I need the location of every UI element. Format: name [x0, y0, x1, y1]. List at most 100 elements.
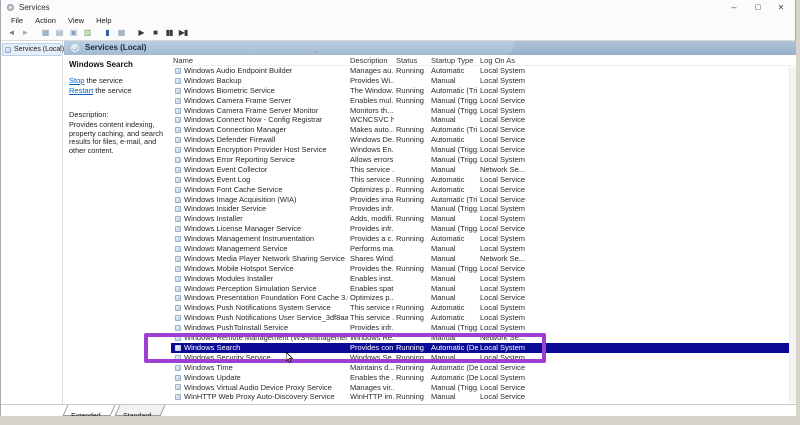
forward-icon[interactable]: ► [18, 26, 32, 39]
service-description-cell: WCNCSVC h... [350, 115, 394, 125]
menu-item-file[interactable]: File [5, 16, 29, 25]
service-status-cell [394, 383, 429, 393]
service-name-cell: Windows Presentation Foundation Font Cac… [171, 293, 348, 303]
service-row[interactable]: Windows Perception Simulation Service Ena… [171, 284, 797, 294]
properties-icon[interactable]: ▤ [52, 26, 66, 39]
service-name-cell: WinHTTP Web Proxy Auto-Discovery Service [171, 392, 348, 402]
service-row[interactable]: WinHTTP Web Proxy Auto-Discovery Service… [171, 392, 797, 402]
menu-item-help[interactable]: Help [90, 16, 117, 25]
service-status-cell [394, 254, 429, 264]
service-startup-cell: Manual (Trigg... [431, 95, 478, 105]
pause-service-icon[interactable]: ▮▮ [162, 26, 176, 39]
service-description-cell: Adds, modifi... [350, 214, 394, 224]
tab-standard[interactable]: Standard [114, 405, 166, 420]
menu-item-view[interactable]: View [62, 16, 90, 25]
service-row[interactable]: Windows Camera Frame Server Monitor Monit… [171, 106, 797, 116]
service-description-cell: WinHTTP im... [350, 392, 394, 402]
service-row[interactable]: Windows Backup Provides Wi... Manual Local … [171, 76, 797, 86]
column-header-name[interactable]: Name [171, 56, 348, 65]
service-status-cell [394, 165, 429, 175]
service-startup-cell: Automatic (De... [431, 362, 478, 372]
service-description-cell: Manages vir... [350, 382, 394, 392]
service-status-cell: Running [396, 313, 424, 323]
view-list-icon[interactable]: ▦ [114, 26, 128, 39]
start-service-icon[interactable]: ▶ [134, 26, 148, 39]
export-list-icon[interactable]: ▥ [80, 26, 94, 39]
tab-extended[interactable]: Extended [62, 405, 116, 420]
service-status-cell: Running [396, 194, 424, 204]
service-row[interactable]: Windows Insider Service Provides infr... M… [171, 204, 797, 214]
service-logon-cell: Local Service [480, 95, 526, 105]
service-row[interactable]: Windows Camera Frame Server Enables mul..… [171, 96, 797, 106]
service-status-cell [394, 284, 429, 294]
service-row[interactable]: Windows Presentation Foundation Font Cac… [171, 293, 797, 303]
service-gear-icon [175, 196, 181, 203]
service-row[interactable]: Windows SearchProvides con...Running Auto… [171, 342, 797, 353]
service-row[interactable]: Windows Biometric Service The Window... Ru… [171, 86, 797, 96]
service-logon-cell: Local System [480, 75, 526, 85]
service-row[interactable]: Windows Management ServicePerforms ma...… [171, 244, 797, 254]
service-row[interactable]: Windows License Manager Service Provides … [171, 224, 797, 234]
service-name-cell: Windows Mobile Hotspot Service [171, 264, 348, 274]
minimize-button[interactable]: – [723, 1, 745, 14]
stop-service-icon[interactable]: ■ [148, 26, 162, 39]
service-row[interactable]: Windows Virtual Audio Device Proxy Servi… [171, 383, 797, 393]
service-name-cell: Windows Defender Firewall [171, 135, 348, 145]
restart-service-icon[interactable]: ▶▮ [176, 26, 190, 39]
service-row[interactable]: Windows Event Log This service ... Running… [171, 175, 797, 185]
service-status-cell: Running [396, 234, 424, 244]
service-logon-cell: Local Service [480, 184, 526, 194]
service-row[interactable]: Windows Push Notifications System Servic… [171, 303, 797, 313]
service-row[interactable]: Windows Security Service Windows Se... Run… [171, 353, 797, 363]
service-name-cell: Windows Perception Simulation Service [171, 284, 348, 294]
back-icon[interactable]: ◄ [4, 26, 18, 39]
service-row[interactable]: Windows Time Maintains d... Running Automat… [171, 363, 797, 373]
console-tree-icon[interactable]: ▦ [38, 26, 52, 39]
menu-item-action[interactable]: Action [29, 16, 62, 25]
service-row[interactable]: Windows Font Cache Service Optimizes p...… [171, 185, 797, 195]
column-header-log-on-as[interactable]: Log On As [478, 56, 528, 65]
title-bar: Services – ▢ ✕ [1, 0, 795, 15]
service-row[interactable]: Windows Management Instrumentation Provid… [171, 234, 797, 244]
service-name-cell: Windows Backup [171, 76, 348, 86]
service-row[interactable]: Windows Defender Firewall Windows De... Ru… [171, 135, 797, 145]
service-row[interactable]: Windows Connect Now - Config Registrar WC… [171, 115, 797, 125]
help-doc-icon[interactable]: ▮ [100, 26, 114, 39]
refresh-icon[interactable]: ▣ [66, 26, 80, 39]
service-row[interactable]: Windows Error Reporting Service Allows er… [171, 155, 797, 165]
service-row[interactable]: Windows Encryption Provider Host Service… [171, 145, 797, 155]
service-status-cell [394, 106, 429, 116]
service-startup-cell: Manual (Trigg... [431, 263, 478, 273]
service-row[interactable]: Windows Modules Installer Enables inst...… [171, 274, 797, 284]
maximize-button[interactable]: ▢ [747, 1, 769, 14]
service-name-cell: Windows Virtual Audio Device Proxy Servi… [171, 383, 348, 393]
column-header-startup-type[interactable]: Startup Type [429, 56, 478, 65]
close-button[interactable]: ✕ [770, 1, 792, 14]
stop-service-link[interactable]: Stop [69, 76, 84, 85]
service-row[interactable]: Windows Remote Management (WS-Management… [171, 333, 797, 343]
service-row[interactable]: Windows Update Enables the ... Running Auto… [171, 373, 797, 383]
service-row[interactable]: Windows Connection Manager Makes auto... R… [171, 125, 797, 135]
tree-item-services-local[interactable]: Services (Local) [2, 43, 64, 56]
service-row[interactable]: Windows Image Acquisition (WIA) Provides … [171, 195, 797, 205]
service-status-cell: Running [396, 125, 424, 135]
service-startup-cell: Manual [431, 392, 456, 402]
service-row[interactable]: Windows Media Player Network Sharing Ser… [171, 254, 797, 264]
service-row[interactable]: Windows PushToInstall Service Provides in… [171, 323, 797, 333]
column-header-description[interactable]: Description [348, 56, 394, 65]
service-row[interactable]: Windows Audio Endpoint Builder Manages au… [171, 66, 797, 76]
service-logon-cell: Local System [480, 303, 526, 313]
service-status-cell: Running [396, 303, 424, 313]
service-row[interactable]: Windows Mobile Hotspot Service Provides t… [171, 264, 797, 274]
restart-service-link[interactable]: Restart [69, 86, 93, 95]
service-row[interactable]: Windows Installer Adds, modifi... Running M… [171, 214, 797, 224]
vertical-scrollbar[interactable] [789, 67, 796, 403]
service-description-cell: This service r... [350, 303, 394, 313]
service-startup-cell: Manual [431, 352, 456, 362]
selected-service-name: Windows Search [69, 60, 133, 69]
column-header-status[interactable]: Status [394, 56, 429, 65]
service-row[interactable]: Windows Event Collector This service ... M… [171, 165, 797, 175]
toolbar: ◄ ► ▦ ▤ ▣ ▥ ▮ ▦ ▶ ■ ▮▮ ▶▮ [1, 25, 795, 41]
service-name-cell: Windows Push Notifications User Service_… [171, 313, 348, 323]
service-row[interactable]: Windows Push Notifications User Service_… [171, 313, 797, 323]
